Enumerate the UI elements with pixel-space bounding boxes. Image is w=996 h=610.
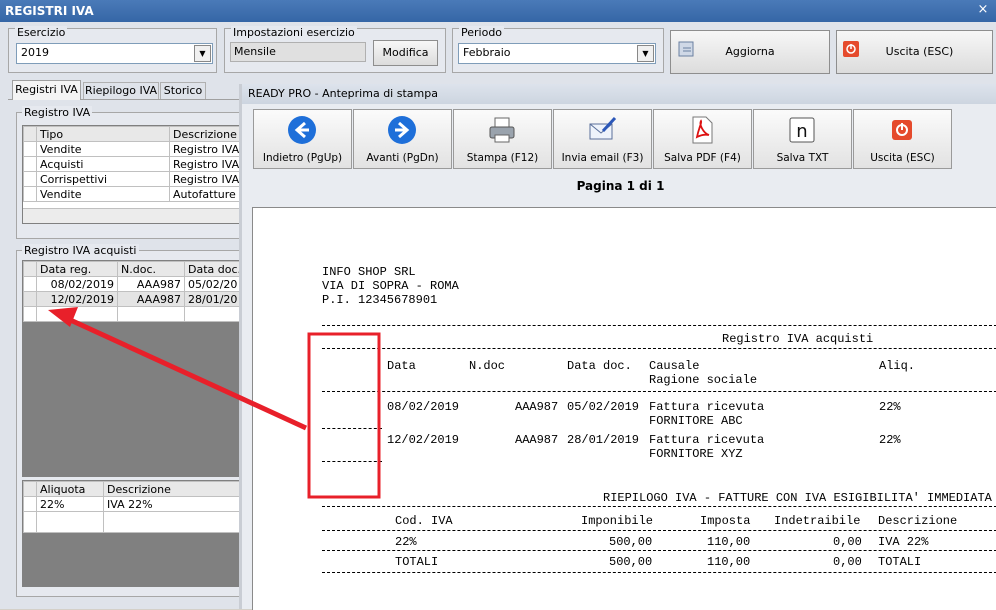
annotation-box — [307, 332, 381, 499]
annotation-overlay — [48, 307, 381, 499]
annotation-arrow-line — [64, 315, 308, 431]
